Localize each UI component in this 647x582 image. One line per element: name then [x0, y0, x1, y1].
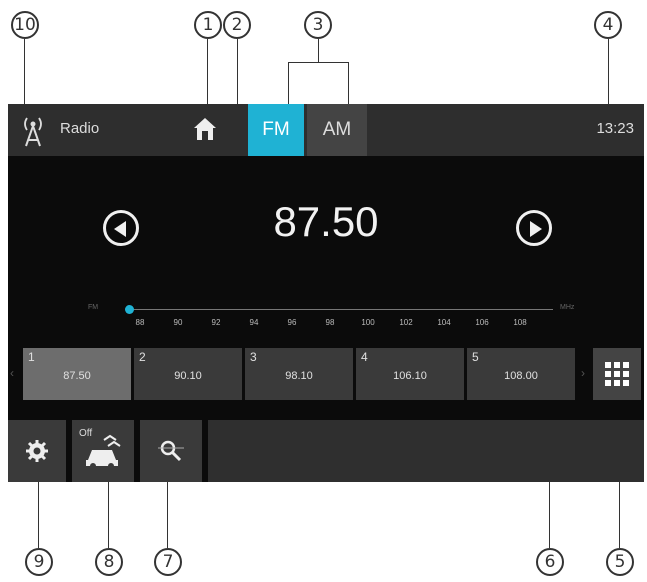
callout-7: 7	[154, 548, 182, 576]
radio-screen: Radio FM AM 13:23 87.50 FM MHz 88 90 92 94 9…	[8, 104, 644, 482]
preset-number: 4	[361, 350, 368, 364]
leader-line-9	[38, 476, 39, 548]
preset-button-5[interactable]: 5 108.00	[467, 348, 575, 400]
bottom-bar-empty-area	[208, 420, 644, 482]
top-bar: Radio FM AM 13:23	[8, 104, 644, 156]
scale-tick-label: 94	[249, 318, 259, 327]
frequency-scale[interactable]	[128, 309, 553, 310]
callout-1: 1	[194, 11, 222, 39]
leader-line-8	[108, 476, 109, 548]
preset-frequency: 98.10	[285, 370, 313, 382]
scale-tick-label: 92	[211, 318, 221, 327]
settings-button[interactable]	[8, 420, 66, 482]
tab-fm[interactable]: FM	[248, 104, 304, 156]
callout-10: 10	[11, 11, 39, 39]
home-icon[interactable]	[192, 116, 218, 142]
search-icon	[158, 440, 184, 462]
preset-number: 3	[250, 350, 257, 364]
antenna-icon[interactable]	[18, 114, 48, 148]
leader-line-3-fm	[288, 62, 289, 108]
callout-6: 6	[536, 548, 564, 576]
tab-am[interactable]: AM	[307, 104, 367, 156]
preset-button-1[interactable]: 1 87.50	[23, 348, 131, 400]
source-label: Radio	[60, 120, 100, 137]
leader-line-1	[207, 39, 208, 107]
preset-button-4[interactable]: 4 106.10	[356, 348, 464, 400]
leader-line-3-bar	[288, 62, 349, 63]
seek-next-button[interactable]	[516, 210, 552, 246]
callout-2: 2	[223, 11, 251, 39]
seek-next-icon	[530, 221, 542, 237]
scale-tick-label: 88	[135, 318, 145, 327]
preset-number: 5	[472, 350, 479, 364]
scale-tick-label: 100	[361, 318, 375, 327]
scale-tick-label: 104	[437, 318, 451, 327]
scale-tick-label: 96	[287, 318, 297, 327]
leader-line-4	[608, 39, 609, 109]
scale-unit-label: MHz	[560, 304, 575, 311]
search-button[interactable]	[140, 420, 202, 482]
callout-8: 8	[95, 548, 123, 576]
leader-line-10	[24, 39, 25, 111]
presets-scroll-left[interactable]: ‹	[10, 366, 14, 380]
settings-icon	[26, 440, 48, 462]
callout-4: 4	[594, 11, 622, 39]
callout-9: 9	[25, 548, 53, 576]
scale-tick-label: 108	[513, 318, 527, 327]
preset-number: 1	[28, 350, 35, 364]
scale-tick-label: 98	[325, 318, 335, 327]
traffic-info-button[interactable]: Off	[72, 420, 134, 482]
scale-tick-label: 106	[475, 318, 489, 327]
preset-button-3[interactable]: 3 98.10	[245, 348, 353, 400]
grid-icon	[605, 362, 631, 388]
preset-button-2[interactable]: 2 90.10	[134, 348, 242, 400]
callout-3: 3	[304, 11, 332, 39]
scale-tick-label: 90	[173, 318, 183, 327]
leader-line-7	[167, 476, 168, 548]
preset-frequency: 90.10	[174, 370, 202, 382]
leader-line-3-stem	[318, 39, 319, 62]
clock: 13:23	[596, 120, 634, 137]
frequency-slider-handle[interactable]	[125, 305, 134, 314]
preset-number: 2	[139, 350, 146, 364]
leader-line-3-am	[348, 62, 349, 108]
scale-tick-label: 102	[399, 318, 413, 327]
preset-frequency: 106.10	[393, 370, 427, 382]
preset-frequency: 108.00	[504, 370, 538, 382]
preset-grid-button[interactable]	[593, 348, 641, 400]
bottom-bar: Off	[8, 420, 644, 482]
traffic-icon	[86, 434, 121, 469]
presets-scroll-right[interactable]: ›	[581, 366, 585, 380]
preset-frequency: 87.50	[63, 370, 91, 382]
scale-band-label: FM	[88, 304, 99, 311]
callout-5: 5	[606, 548, 634, 576]
